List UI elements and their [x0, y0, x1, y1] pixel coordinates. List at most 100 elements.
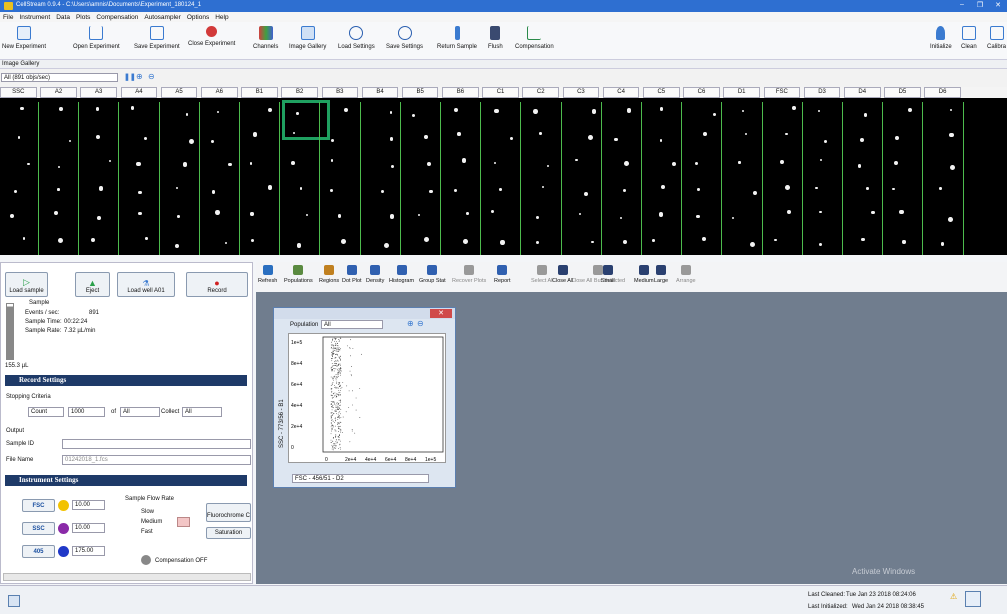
- return-sample-button[interactable]: Return Sample: [437, 26, 477, 50]
- load-well-button[interactable]: ⚗ Load well A01: [117, 272, 175, 297]
- eject-button[interactable]: ▲ Eject: [75, 272, 110, 297]
- instrument-settings-header[interactable]: Instrument Settings: [5, 475, 247, 486]
- file-name-input[interactable]: 01242018_1.fcs: [62, 455, 251, 465]
- plot-close-button[interactable]: ✕: [430, 309, 452, 318]
- image-gallery-button[interactable]: Image Gallery: [289, 26, 326, 50]
- plot-tool-report[interactable]: Report: [494, 265, 511, 284]
- sample-id-input[interactable]: [62, 439, 251, 449]
- gallery-column-header[interactable]: D3: [803, 87, 841, 98]
- menu-compensation[interactable]: Compensation: [96, 14, 138, 21]
- pause-icon[interactable]: ❚❚: [124, 73, 136, 81]
- channels-button[interactable]: Channels: [253, 26, 278, 50]
- plot-tool-arrange[interactable]: Arrange: [676, 265, 696, 284]
- minimize-button[interactable]: –: [955, 1, 969, 8]
- gallery-column-header[interactable]: A3: [80, 87, 117, 98]
- count-select[interactable]: Count: [28, 407, 64, 417]
- gallery-column-header[interactable]: FSC: [763, 87, 801, 98]
- menu-plots[interactable]: Plots: [76, 14, 90, 21]
- ssc-channel-button[interactable]: SSC: [22, 522, 55, 535]
- population-select[interactable]: All: [321, 320, 383, 329]
- gallery-column-header[interactable]: C4: [602, 87, 640, 98]
- plot-tool-dot-plot[interactable]: Dot Plot: [342, 265, 362, 284]
- save-experiment-button[interactable]: Save Experiment: [134, 26, 180, 50]
- clean-button[interactable]: Clean: [961, 26, 977, 50]
- calibrate-button[interactable]: Calibra: [987, 26, 1006, 50]
- gallery-column-header[interactable]: B4: [361, 87, 399, 98]
- saturation-button[interactable]: Saturation: [206, 527, 251, 539]
- 405-gain-input[interactable]: 175.00: [72, 546, 105, 556]
- flow-slow-option[interactable]: Slow: [141, 509, 154, 515]
- plot-tool-regions[interactable]: Regions: [319, 265, 339, 284]
- gallery-column-header[interactable]: D5: [884, 87, 921, 98]
- gallery-column-header[interactable]: C5: [643, 87, 680, 98]
- gallery-column-header[interactable]: C1: [482, 87, 519, 98]
- gallery-column-header[interactable]: A5: [160, 87, 198, 98]
- plot-tool-large[interactable]: Large: [654, 265, 668, 284]
- plot-tool-group-stat[interactable]: Group Stat: [419, 265, 446, 284]
- gallery-column-header[interactable]: A2: [40, 87, 77, 98]
- gallery-column-header[interactable]: B1: [241, 87, 278, 98]
- instrument-status-icon[interactable]: [965, 591, 981, 607]
- flow-medium-option[interactable]: Medium: [141, 519, 162, 525]
- gallery-column-header[interactable]: B2: [281, 87, 318, 98]
- warning-icon[interactable]: ⚠: [950, 592, 957, 601]
- gallery-column-header[interactable]: C6: [683, 87, 720, 98]
- new-experiment-button[interactable]: New Experiment: [2, 26, 46, 50]
- menu-instrument[interactable]: Instrument: [19, 14, 50, 21]
- horizontal-scrollbar[interactable]: [3, 573, 251, 581]
- fsc-channel-button[interactable]: FSC: [22, 499, 55, 512]
- ssc-gain-input[interactable]: 10.00: [72, 523, 105, 533]
- menu-autosampler[interactable]: Autosampler: [144, 14, 181, 21]
- close-button[interactable]: ✕: [991, 1, 1005, 9]
- menu-data[interactable]: Data: [56, 14, 70, 21]
- gallery-column-header[interactable]: C3: [562, 87, 600, 98]
- gallery-column-header[interactable]: D4: [843, 87, 881, 98]
- zoom-out-icon[interactable]: ⊖: [148, 72, 155, 81]
- collect-select[interactable]: All: [182, 407, 222, 417]
- plot-tool-density[interactable]: Density: [366, 265, 384, 284]
- save-settings-button[interactable]: Save Settings: [386, 26, 423, 50]
- gallery-column-header[interactable]: A4: [120, 87, 158, 98]
- menu-file[interactable]: File: [3, 14, 13, 21]
- flow-fast-option[interactable]: Fast: [141, 529, 153, 535]
- load-settings-button[interactable]: Load Settings: [338, 26, 375, 50]
- gallery-column-header[interactable]: A6: [200, 87, 238, 98]
- gallery-column-header[interactable]: D1: [723, 87, 760, 98]
- maximize-button[interactable]: ❐: [973, 1, 987, 9]
- plot-zoom-in-icon[interactable]: ⊕: [407, 319, 414, 328]
- 405-channel-button[interactable]: 405: [22, 545, 55, 558]
- info-icon[interactable]: [8, 595, 20, 607]
- initialize-button[interactable]: Initialize: [930, 26, 952, 50]
- record-button[interactable]: ● Record: [186, 272, 248, 297]
- gallery-column-header[interactable]: B6: [442, 87, 479, 98]
- rate-select[interactable]: All (891 objs/sec): [1, 73, 118, 82]
- flush-button[interactable]: Flush: [488, 26, 503, 50]
- menu-options[interactable]: Options: [187, 14, 209, 21]
- plot-tool-recover-plots[interactable]: Recover Plots: [452, 265, 486, 284]
- fsc-gain-input[interactable]: 10.00: [72, 500, 105, 510]
- zoom-in-icon[interactable]: ⊕: [136, 72, 143, 81]
- open-experiment-button[interactable]: Open Experiment: [73, 26, 120, 50]
- plot-tool-refresh[interactable]: Refresh: [258, 265, 277, 284]
- close-experiment-button[interactable]: Close Experiment: [188, 26, 235, 47]
- plot-tool-small[interactable]: Small: [601, 265, 615, 284]
- plot-zoom-out-icon[interactable]: ⊖: [417, 319, 424, 328]
- plot-window-titlebar[interactable]: [274, 308, 455, 319]
- x-axis-select[interactable]: FSC - 456/51 - D2: [292, 474, 429, 483]
- compensation-button[interactable]: Compensation: [515, 26, 554, 50]
- fluorochrome-button[interactable]: Fluorochrome C: [206, 503, 251, 522]
- gallery-column-header[interactable]: B5: [401, 87, 439, 98]
- of-select[interactable]: All: [120, 407, 160, 417]
- gallery-column-header[interactable]: D6: [924, 87, 961, 98]
- plot-tool-select-all[interactable]: Select All: [531, 265, 554, 284]
- gallery-column-header[interactable]: C2: [522, 87, 560, 98]
- plot-tool-populations[interactable]: Populations: [284, 265, 313, 284]
- record-settings-header[interactable]: Record Settings: [5, 375, 247, 386]
- count-input[interactable]: 1000: [68, 407, 105, 417]
- load-sample-button[interactable]: ▷ Load sample: [5, 272, 48, 297]
- gallery-column-header[interactable]: SSC: [0, 87, 37, 98]
- plot-tool-close-all-but-selected[interactable]: Close All But Selected: [571, 265, 625, 284]
- menu-help[interactable]: Help: [215, 14, 228, 21]
- gallery-column-header[interactable]: B3: [321, 87, 359, 98]
- plot-tool-medium[interactable]: Medium: [634, 265, 654, 284]
